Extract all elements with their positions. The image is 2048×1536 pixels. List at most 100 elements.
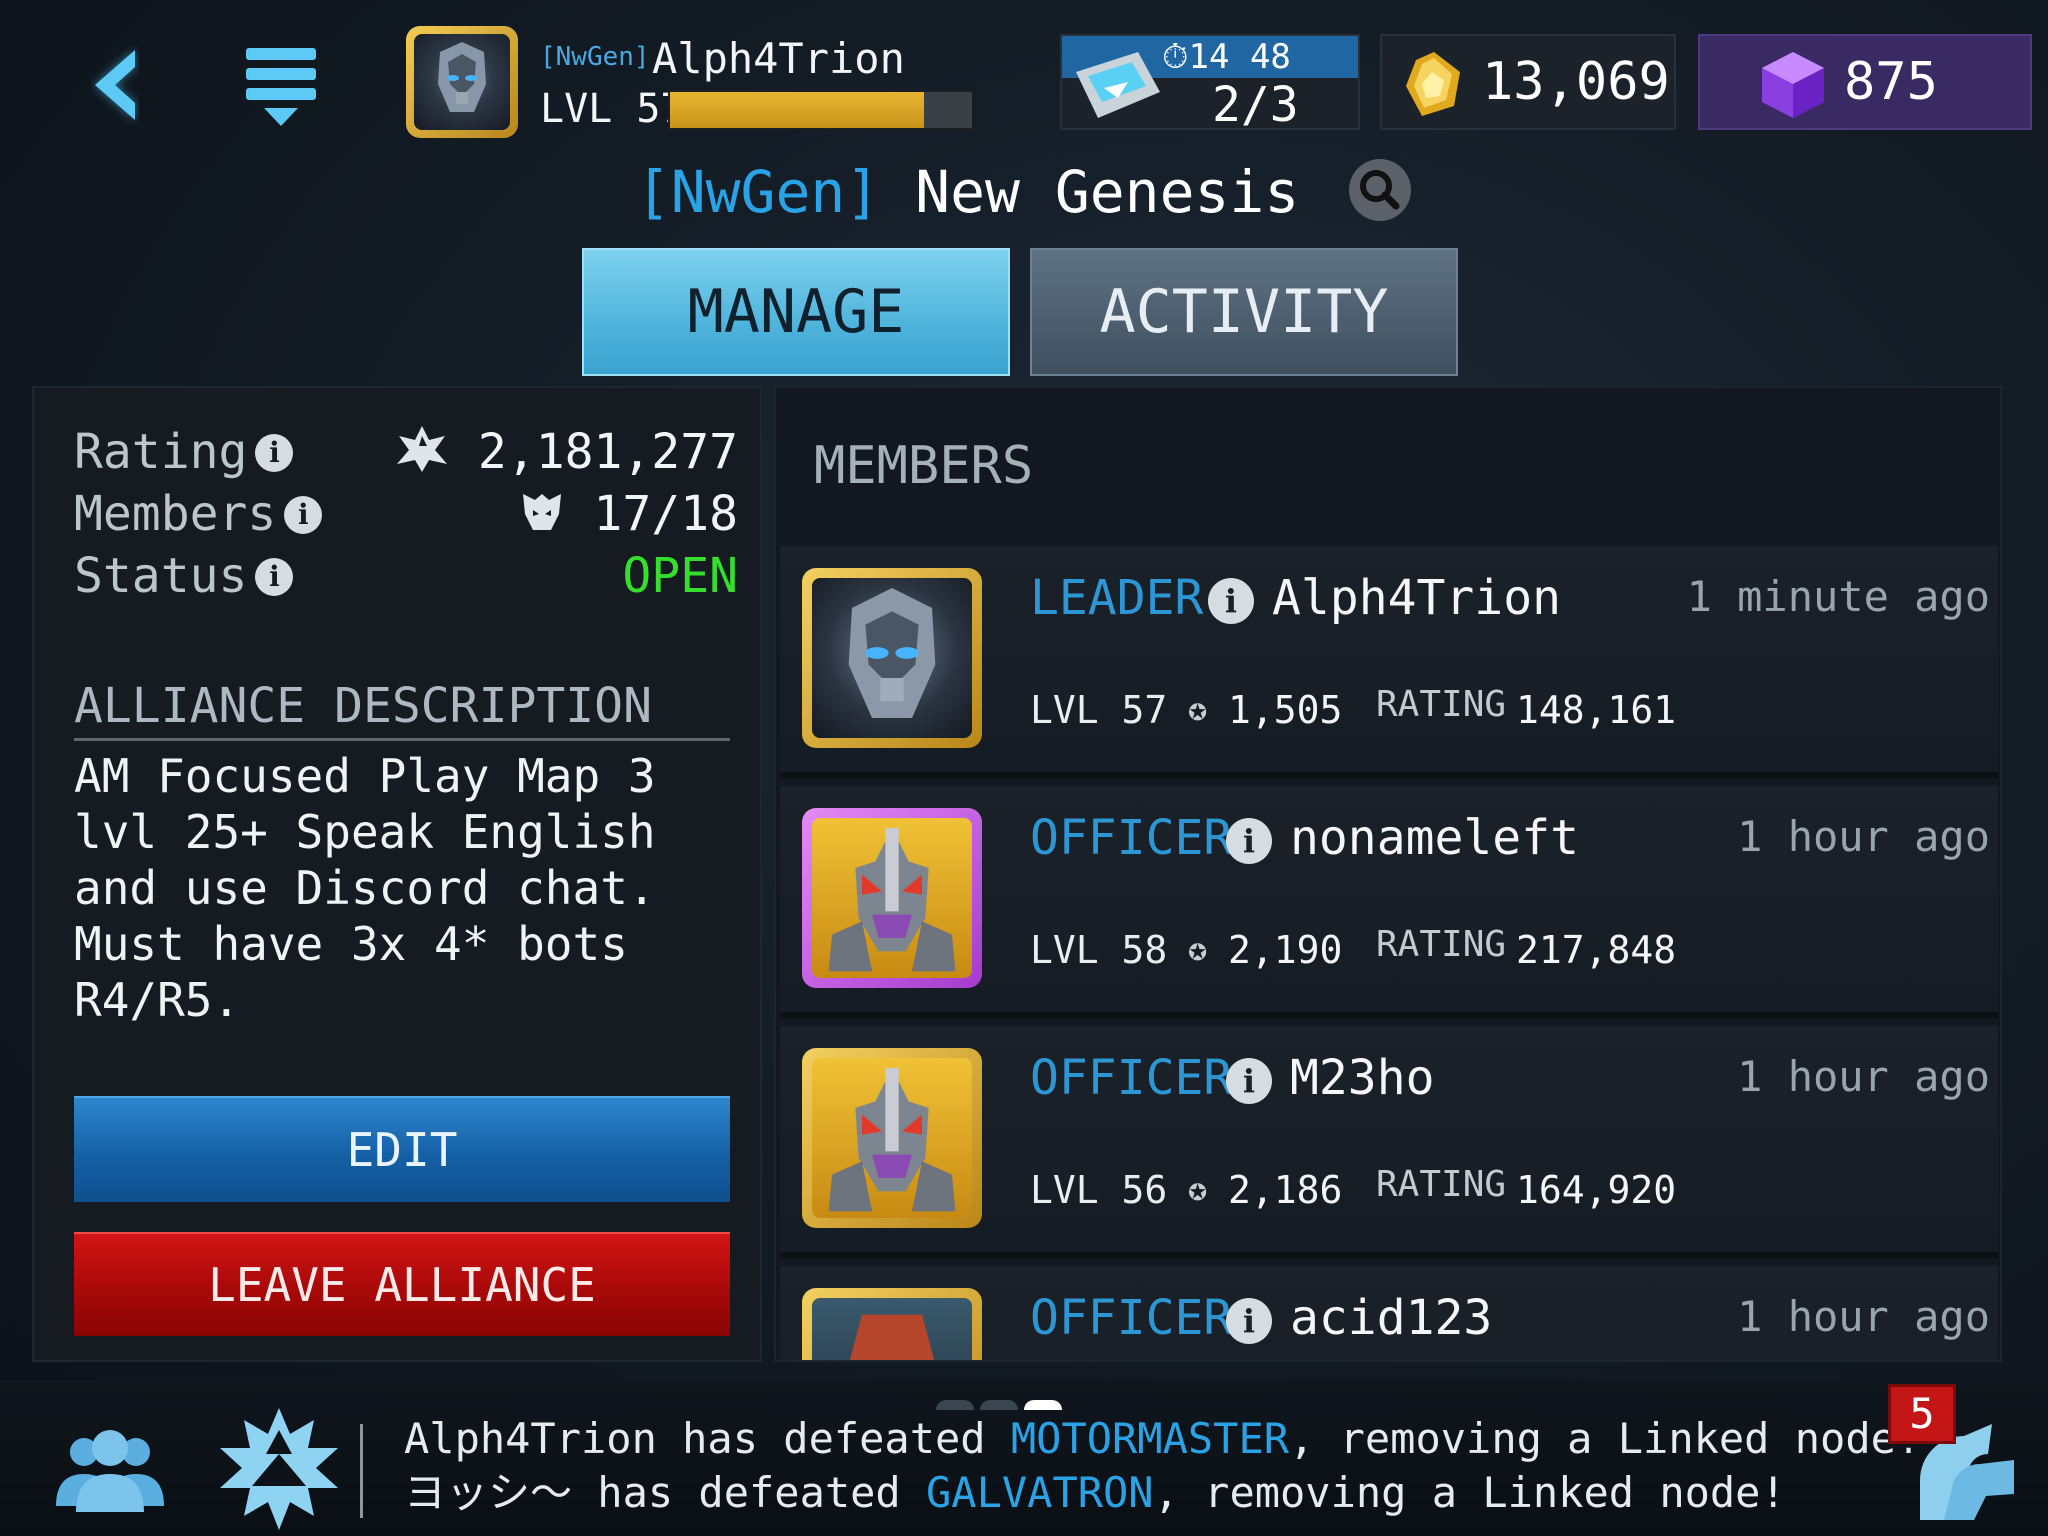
alliance-rating-icon: [395, 424, 478, 480]
info-icon[interactable]: i: [1208, 578, 1254, 624]
member-row[interactable]: LEADER i Alph4Trion 1 minute ago LVL 57 …: [780, 546, 1998, 778]
member-role: OFFICER: [1030, 1290, 1233, 1346]
tab-manage[interactable]: MANAGE: [582, 248, 1010, 376]
member-score: 1,505: [1228, 688, 1343, 732]
member-avatar: [802, 1048, 982, 1228]
page-dot: [1024, 1400, 1062, 1410]
info-icon[interactable]: i: [284, 496, 323, 534]
alliance-button[interactable]: [214, 1404, 344, 1534]
info-icon[interactable]: i: [1226, 1298, 1272, 1344]
page-dot: [936, 1400, 974, 1410]
energy-timer: ⏱14 48: [1162, 37, 1291, 77]
alliance-tag: [NwGen]: [635, 158, 881, 226]
gold-value: 13,069: [1482, 52, 1670, 112]
tab-activity[interactable]: ACTIVITY: [1030, 248, 1458, 376]
member-rating-label: RATING: [1376, 924, 1507, 965]
member-level: LVL 58: [1030, 928, 1168, 972]
member-row[interactable]: OFFICER i nonameleft 1 hour ago LVL 58 ✪…: [780, 786, 1998, 1018]
member-score: 2,186: [1228, 1168, 1343, 1212]
info-icon[interactable]: i: [1226, 1058, 1272, 1104]
status-value: OPEN: [622, 548, 738, 604]
member-role: LEADER: [1030, 570, 1204, 626]
page-dot: [980, 1400, 1018, 1410]
energy-counter[interactable]: ⏱14 48 2/3: [1060, 34, 1360, 133]
members-heading: MEMBERS: [814, 436, 1034, 496]
medal-icon: ✪: [1188, 930, 1208, 968]
starscream-portrait-icon: [812, 818, 972, 978]
info-icon[interactable]: i: [1226, 818, 1272, 864]
member-last-active: 1 minute ago: [1686, 572, 1990, 621]
member-level: LVL 57: [1030, 688, 1168, 732]
member-rating: 148,161: [1516, 688, 1677, 732]
member-role: OFFICER: [1030, 810, 1233, 866]
activity-feed: Alph4Trion has defeated MOTORMASTER, rem…: [404, 1412, 1921, 1520]
energon-cube-icon: [1762, 52, 1824, 118]
leave-alliance-button[interactable]: LEAVE ALLIANCE: [74, 1232, 730, 1336]
optimus-portrait-icon: [414, 34, 510, 130]
gem-counter[interactable]: 875: [1698, 34, 2032, 130]
menu-icon: [246, 48, 316, 126]
medal-icon: ✪: [1188, 690, 1208, 728]
xp-progress-fill: [670, 92, 924, 128]
player-level: LVL 57: [540, 86, 685, 132]
gold-counter[interactable]: 13,069: [1380, 34, 1676, 130]
divider: [360, 1424, 363, 1518]
members-panel[interactable]: MEMBERS LEADER i Alph4Trion 1 minute ago…: [774, 386, 2002, 1362]
description-heading: ALLIANCE DESCRIPTION: [74, 678, 652, 734]
member-avatar: [802, 808, 982, 988]
members-label: Members i: [74, 486, 323, 542]
member-row[interactable]: OFFICER i M23ho 1 hour ago LVL 56 ✪ 2,18…: [780, 1026, 1998, 1258]
status-label: Status i: [74, 548, 294, 604]
player-alliance-tag: [NwGen]: [540, 42, 650, 72]
member-avatar: [802, 1288, 982, 1360]
member-rating: 164,920: [1516, 1168, 1677, 1212]
member-rating: 217,848: [1516, 928, 1677, 972]
player-avatar[interactable]: [406, 26, 518, 138]
chevron-left-icon: [95, 50, 135, 120]
member-last-active: 1 hour ago: [1737, 1292, 1990, 1341]
medal-icon: ✪: [1188, 1170, 1208, 1208]
search-icon[interactable]: [1348, 158, 1412, 222]
member-name: acid123: [1290, 1290, 1493, 1346]
friends-button[interactable]: [50, 1420, 170, 1520]
menu-button[interactable]: [232, 36, 332, 136]
energy-count: 2/3: [1212, 77, 1299, 133]
xp-progress-bar: [668, 90, 974, 130]
stopwatch-icon: ⏱: [1162, 37, 1189, 77]
member-name: M23ho: [1290, 1050, 1435, 1106]
rating-label: Rating i: [74, 424, 294, 480]
friends-icon: [56, 1430, 164, 1512]
decepticon-icon: [519, 486, 594, 542]
player-name: Alph4Trion: [652, 34, 905, 83]
member-rating-label: RATING: [1376, 1164, 1507, 1205]
member-row[interactable]: OFFICER i acid123 1 hour ago: [780, 1266, 1998, 1360]
member-avatar: [802, 568, 982, 748]
optimus-portrait-icon: [812, 578, 972, 738]
info-icon[interactable]: i: [255, 558, 294, 596]
alliance-name: New Genesis: [915, 158, 1300, 226]
info-icon[interactable]: i: [255, 434, 294, 472]
member-role: OFFICER: [1030, 1050, 1233, 1106]
starscream-portrait-icon: [812, 1058, 972, 1218]
feed-line: Alph4Trion has defeated MOTORMASTER, rem…: [404, 1414, 1922, 1463]
member-rating-label: RATING: [1376, 684, 1507, 725]
gem-value: 875: [1844, 52, 1938, 112]
member-level: LVL 56: [1030, 1168, 1168, 1212]
gold-shard-icon: [1406, 52, 1460, 116]
robot-portrait-icon: [812, 1298, 972, 1360]
alliance-emblem-icon: [220, 1408, 338, 1530]
feed-highlight: GALVATRON: [926, 1468, 1154, 1517]
member-last-active: 1 hour ago: [1737, 812, 1990, 861]
member-score: 2,190: [1228, 928, 1343, 972]
feed-line: ヨッシ〜 has defeated GALVATRON, removing a …: [404, 1468, 1786, 1517]
energy-ticket-icon: [1076, 52, 1160, 118]
rating-value: 2,181,277: [395, 424, 738, 480]
alliance-title: [NwGen] New Genesis: [0, 158, 2048, 226]
members-value: 17/18: [519, 486, 738, 542]
back-button[interactable]: [60, 40, 170, 130]
divider: [74, 738, 730, 741]
member-last-active: 1 hour ago: [1737, 1052, 1990, 1101]
notification-badge: 5: [1888, 1384, 1956, 1444]
member-name: Alph4Trion: [1272, 570, 1561, 626]
edit-button[interactable]: EDIT: [74, 1096, 730, 1202]
